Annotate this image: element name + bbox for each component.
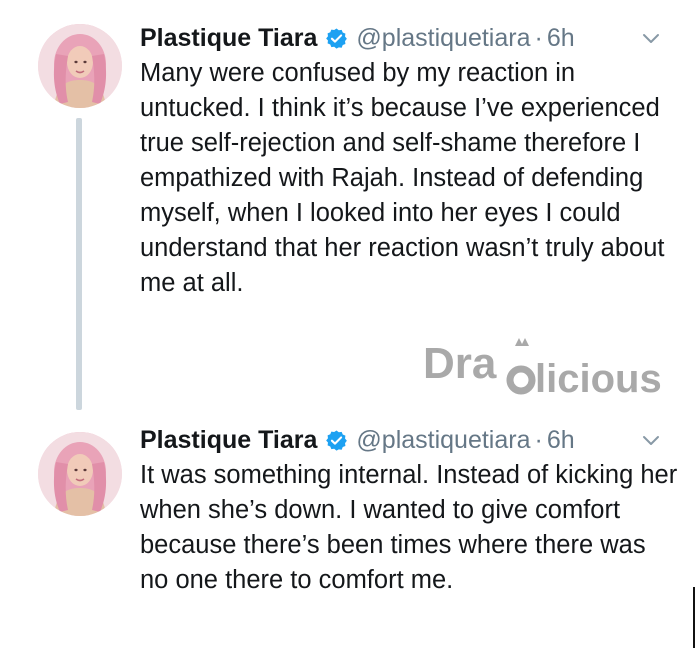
svg-text:licious: licious [535,357,662,401]
verified-badge-icon [326,429,348,451]
chevron-down-icon[interactable] [642,432,660,450]
edge-divider [693,587,695,648]
thread-connector-line [76,118,82,410]
svg-text:Dra: Dra [423,339,497,388]
tweet-header: Plastique Tiara @plastiquetiara · 6h [140,425,575,455]
chevron-down-icon[interactable] [642,30,660,48]
verified-badge-icon [326,27,348,49]
tweet-text: It was something internal. Instead of ki… [140,461,678,594]
tweet[interactable]: Plastique Tiara @plastiquetiara · 6h It … [0,410,696,648]
timestamp[interactable]: 6h [547,24,575,53]
tweet-header: Plastique Tiara @plastiquetiara · 6h [140,23,575,53]
tweet[interactable]: Plastique Tiara @plastiquetiara · 6h Man… [0,0,696,410]
display-name[interactable]: Plastique Tiara [140,426,317,455]
separator-dot: · [534,425,543,454]
separator-dot: · [534,23,543,52]
tweet-text: Many were confused by my reaction in unt… [140,59,665,297]
timestamp[interactable]: 6h [547,426,575,455]
display-name[interactable]: Plastique Tiara [140,24,317,53]
avatar[interactable] [38,24,122,108]
user-handle[interactable]: @plastiquetiara [356,24,530,53]
draglicious-watermark-logo: Dra licious [423,338,662,401]
avatar-portrait-icon [38,24,122,108]
user-handle[interactable]: @plastiquetiara [356,426,530,455]
avatar[interactable] [38,432,122,516]
avatar-portrait-icon [38,432,122,516]
